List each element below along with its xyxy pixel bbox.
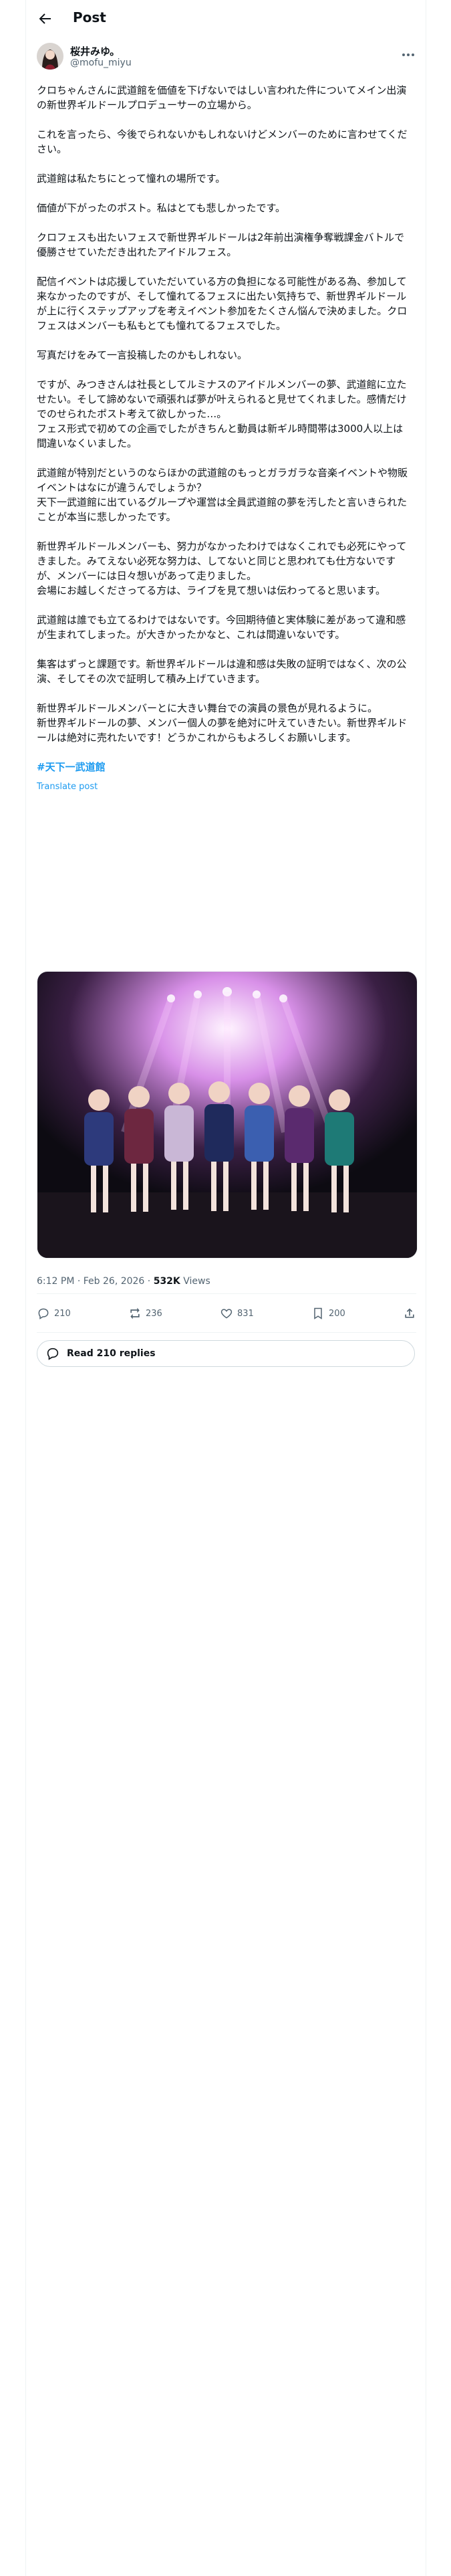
divider	[37, 1293, 416, 1294]
bookmark-count: 200	[329, 1308, 345, 1319]
post-paragraph: 武道館は私たちにとって憧れの場所です。	[37, 173, 226, 185]
post-text: クロちゃんさんに武道館を価値を下げないではしい言われた件についてメイン出演の新世…	[37, 83, 411, 794]
author-row: 桜井みゆ。 @mofu_miyu	[37, 43, 416, 75]
back-arrow-icon[interactable]	[37, 11, 53, 27]
post-meta: 6:12 PM · Feb 26, 2026 · 532K Views	[37, 1276, 210, 1287]
post-photo[interactable]	[37, 971, 418, 1259]
post-paragraph: ですが、みつきさんは社長としてルミナスのアイドルメンバーの夢、武道館に立たせたい…	[37, 379, 407, 449]
repost-icon	[130, 1307, 140, 1319]
repost-count: 236	[146, 1308, 162, 1319]
view-count: 532K	[153, 1276, 180, 1287]
chat-bubble-icon	[47, 1348, 59, 1360]
read-replies-label: Read 210 replies	[67, 1348, 156, 1359]
post-paragraph: 配信イベントは応援していただいている方の負担になる可能性がある為、参加して来なか…	[37, 276, 408, 332]
page-title: Post	[73, 9, 106, 25]
share-button[interactable]	[403, 1307, 416, 1320]
repost-button[interactable]: 236	[128, 1307, 162, 1320]
post-timestamp[interactable]: 6:12 PM · Feb 26, 2026 ·	[37, 1276, 154, 1287]
views-label: Views	[180, 1276, 210, 1287]
like-button[interactable]: 831	[220, 1307, 254, 1320]
avatar[interactable]	[37, 43, 63, 70]
author-name[interactable]: 桜井みゆ。	[70, 44, 120, 58]
more-options-icon[interactable]	[400, 47, 416, 63]
bookmark-button[interactable]: 200	[311, 1307, 345, 1320]
post-paragraph: クロフェスも出たいフェスで新世界ギルドールは2年前出演権争奪戦課金バトルで優勝さ…	[37, 231, 404, 258]
post-column: Post 桜井みゆ。 @mofu_miyu クロちゃんさんに武道館を価値を下げな…	[25, 0, 426, 2576]
post-paragraph: クロちゃんさんに武道館を価値を下げないではしい言われた件についてメイン出演の新世…	[37, 84, 407, 111]
post-paragraph: 武道館が特別だというのならほかの武道館のもっとガラガラな音楽イベントや物販イベン…	[37, 467, 408, 523]
bookmark-icon	[314, 1307, 322, 1319]
post-paragraph: 価値が下がったのポスト。私はとても悲しかったです。	[37, 202, 286, 214]
action-bar: 210 236 831 200	[37, 1295, 416, 1332]
reply-button[interactable]: 210	[37, 1307, 71, 1320]
post-paragraph: これを言ったら、今後でられないかもしれないけどメンバーのために言わせてください。	[37, 128, 408, 155]
read-replies-button[interactable]: Read 210 replies	[37, 1340, 415, 1367]
reply-icon	[38, 1308, 49, 1319]
top-bar: Post	[26, 0, 427, 37]
divider	[37, 1332, 416, 1333]
reply-count: 210	[54, 1308, 71, 1319]
post-paragraph: 写真だけをみて一言投稿したのかもしれない。	[37, 349, 248, 361]
hashtag-link[interactable]: #天下一武道館	[37, 760, 106, 774]
translate-post-link[interactable]: Translate post	[37, 780, 411, 794]
post-paragraph: 集客はずっと課題です。新世界ギルドールは違和感は失敗の証明ではなく、次の公演、そ…	[37, 658, 407, 685]
share-icon	[405, 1308, 414, 1318]
post-paragraph: 新世界ギルドールメンバーとに大きい舞台での演員の景色が見れるように。 新世界ギル…	[37, 702, 408, 744]
post-paragraph: 新世界ギルドールメンバーも、努力がなかったわけではなくこれでも必死にやってきまし…	[37, 540, 407, 597]
author-handle[interactable]: @mofu_miyu	[70, 58, 132, 68]
post-paragraph: 武道館は誰でも立てるわけではないです。今回期待値と実体験に差があって違和感が生ま…	[37, 614, 406, 641]
like-count: 831	[237, 1308, 254, 1319]
heart-icon	[220, 1309, 233, 1319]
